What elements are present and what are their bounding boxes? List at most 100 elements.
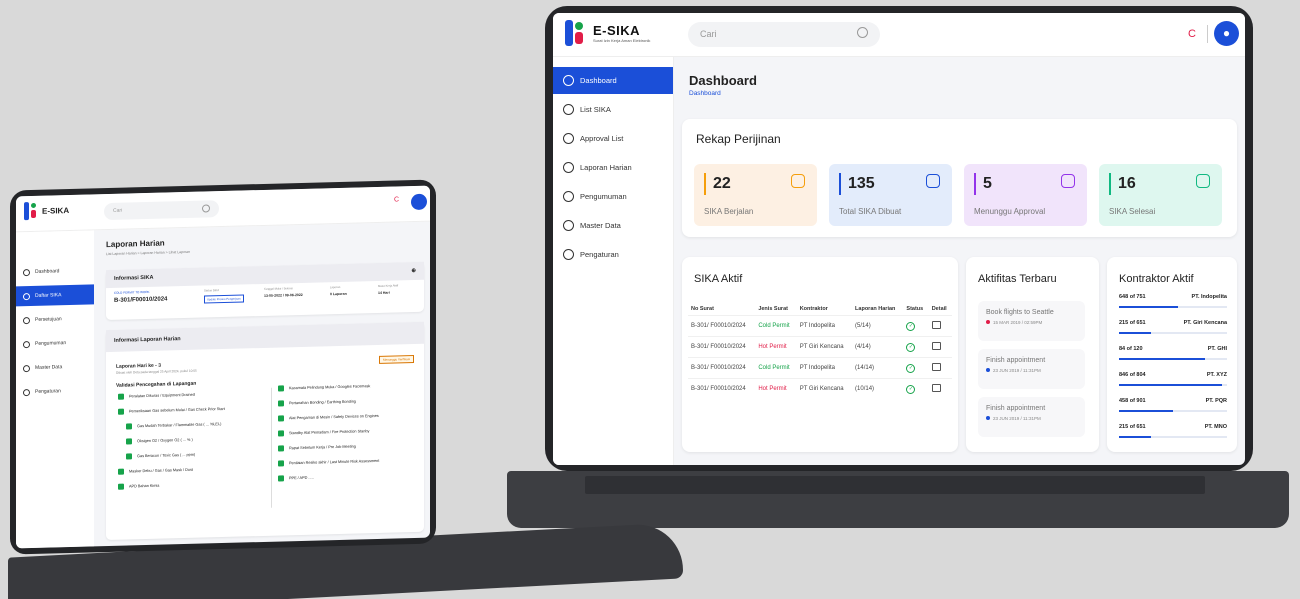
small-page-title: Laporan Harian — [106, 238, 165, 250]
small-sidebar-item-master-data[interactable]: Master Data — [16, 356, 94, 378]
small-search-input[interactable]: Cari — [104, 200, 219, 221]
checkbox-checked-icon[interactable] — [278, 475, 284, 482]
validasi-label: PPE / APD ..... — [289, 475, 314, 481]
breadcrumb[interactable]: Dashboard — [689, 90, 721, 97]
large-laptop-screen: E-SIKA Surat Izin Kerja Aman Elektronik … — [553, 13, 1245, 465]
folder-icon[interactable] — [931, 363, 941, 371]
checkbox-checked-icon[interactable] — [278, 430, 284, 437]
jenis-surat: Hot Permit — [755, 336, 797, 358]
activity-item[interactable]: Finish appointment 23 JUN 2019 / 11:31PM — [978, 397, 1085, 437]
small-sidebar-item-dashboard[interactable]: Dashboard — [16, 260, 94, 282]
sidebar-item-label: List SIKA — [580, 105, 611, 114]
checkbox-checked-icon[interactable] — [278, 445, 284, 452]
small-sidebar-item-persetujuan[interactable]: Persetujuan — [16, 308, 94, 330]
stat-card[interactable]: 135 Total SIKA Dibuat — [829, 164, 952, 226]
activity-date-row: 23 JUN 2019 / 11:31PM — [986, 416, 1077, 421]
small-notification-icon[interactable]: C — [394, 196, 399, 203]
checkbox-checked-icon[interactable] — [118, 393, 124, 400]
small-sidebar-item-pengumuman[interactable]: Pengumuman — [16, 332, 94, 354]
kontraktor-row: 215 of 651 PT. MNO — [1119, 424, 1227, 438]
kontraktor-row: 846 of 804 PT. XYZ — [1119, 372, 1227, 386]
stat-icon — [791, 174, 805, 188]
checkbox-checked-icon[interactable] — [118, 468, 124, 475]
table-row: B-301/ F00010/2024 Cold Permit PT Indopeli… — [688, 315, 952, 337]
kontraktor-count: 84 of 120 — [1119, 346, 1143, 352]
stat-card[interactable]: 5 Menunggu Approval — [964, 164, 1087, 226]
user-avatar[interactable]: ● — [1214, 21, 1239, 46]
stat-label: Menunggu Approval — [974, 207, 1046, 216]
jenis-surat: Cold Permit — [755, 315, 797, 337]
detail-cell — [928, 315, 952, 337]
sidebar-item-label: Approval List — [580, 134, 624, 143]
activity-item[interactable]: Book flights to Seattle 15 MAR 2019 / 02:… — [978, 301, 1085, 341]
progress-fill — [1119, 436, 1152, 438]
checkbox-checked-icon[interactable] — [126, 438, 132, 445]
info-col-value: 13-05-2022 / 09-06-2022 — [264, 292, 303, 298]
sidebar-item-label: Dashboard — [35, 268, 60, 275]
sidebar-item-icon — [563, 133, 574, 144]
search-input[interactable]: Cari — [688, 22, 880, 47]
stat-card[interactable]: 16 SIKA Selesai — [1099, 164, 1222, 226]
checkbox-checked-icon[interactable] — [118, 483, 124, 490]
jenis-surat: Cold Permit — [755, 357, 797, 379]
validasi-label: Penilaian Resiko akhir / Last Minute Ris… — [289, 458, 380, 466]
logo-title: E-SIKA — [593, 23, 641, 38]
kontraktor-label-row: 648 of 751 PT. Indopelita — [1119, 294, 1227, 300]
rekap-title: Rekap Perijinan — [696, 132, 781, 146]
sidebar-item-pengumuman[interactable]: Pengumuman — [553, 183, 673, 210]
checkbox-checked-icon[interactable] — [278, 415, 284, 422]
checkbox-checked-icon[interactable] — [278, 385, 284, 392]
kontraktor-count: 458 of 901 — [1119, 398, 1146, 404]
small-sidebar-item-pengaturan[interactable]: Pengaturan — [16, 380, 94, 402]
validasi-item: Gas Beracun / Toxic Gas ( ... ppm) — [118, 450, 266, 460]
validasi-label: Standby Alat Pemadam / Fire Protection S… — [289, 429, 370, 436]
small-breadcrumb[interactable]: List Laporan Harian > Laporan Harian > L… — [106, 250, 190, 256]
jenis-surat: Hot Permit — [755, 378, 797, 399]
notification-icon[interactable]: C — [1181, 23, 1203, 45]
sidebar-item-laporan-harian[interactable]: Laporan Harian — [553, 154, 673, 181]
laporan-harian: (4/14) — [852, 336, 904, 358]
validasi-label: Alat Pengaman di Mesin / Safety Devices … — [289, 413, 379, 421]
validasi-title: Validasi Pencegahan di Lapangan — [116, 380, 197, 389]
collapse-icon[interactable]: ⊕ — [411, 268, 416, 274]
checkbox-checked-icon[interactable] — [278, 400, 284, 407]
sidebar-item-approval-list[interactable]: Approval List — [553, 125, 673, 152]
checkbox-checked-icon[interactable] — [126, 453, 132, 460]
checkbox-checked-icon[interactable] — [118, 408, 124, 415]
app-logo[interactable]: E-SIKA Surat Izin Kerja Aman Elektronik — [565, 20, 650, 46]
activity-text: Finish appointment — [986, 405, 1046, 412]
folder-icon[interactable] — [931, 342, 941, 350]
validasi-item: Pemeriksaan Gas sebelum Mulai / Gas Chec… — [118, 405, 266, 415]
kontraktor-count: 648 of 751 — [1119, 294, 1146, 300]
aktifitas-title: Aktifitas Terbaru — [978, 273, 1057, 285]
table-row: B-301/ F00010/2024 Cold Permit PT Indopeli… — [688, 357, 952, 379]
activity-date: 15 MAR 2019 / 02:59PM — [993, 320, 1043, 325]
sidebar-item-label: Pengaturan — [580, 250, 619, 259]
folder-icon[interactable] — [931, 384, 941, 392]
small-sidebar-item-daftar-sika[interactable]: Daftar SIKA — [16, 284, 94, 307]
sidebar-item-icon — [563, 249, 574, 260]
checkbox-checked-icon[interactable] — [126, 423, 132, 430]
small-user-avatar[interactable] — [411, 193, 427, 211]
activity-text: Book flights to Seattle — [986, 309, 1054, 316]
checkbox-checked-icon[interactable] — [278, 460, 284, 467]
activity-text: Finish appointment — [986, 357, 1046, 364]
validasi-label: Pertanahan Bonding / Earthing Bonding — [289, 399, 356, 406]
stat-icon — [1061, 174, 1075, 188]
sidebar-item-list-sika[interactable]: List SIKA — [553, 96, 673, 123]
stat-card[interactable]: 22 SIKA Berjalan — [694, 164, 817, 226]
kontraktor-row: 215 of 651 PT. Giri Kencana — [1119, 320, 1227, 334]
sidebar-item-pengaturan[interactable]: Pengaturan — [553, 241, 673, 268]
kontraktor-name: PT. GHI — [1207, 346, 1227, 352]
validasi-item: PPE / APD ..... — [278, 472, 418, 482]
activity-item[interactable]: Finish appointment 23 JUN 2019 / 11:31PM — [978, 349, 1085, 389]
folder-icon[interactable] — [931, 321, 941, 329]
table-header: Status — [906, 306, 924, 312]
sidebar-item-master-data[interactable]: Master Data — [553, 212, 673, 239]
activity-date: 23 JUN 2019 / 11:31PM — [993, 416, 1041, 421]
table-header: Detail — [931, 306, 947, 312]
status-cell: ✓ — [903, 378, 929, 399]
validasi-left-list: Peralatan Dikuras / Equipment Drained Pem… — [118, 390, 266, 499]
small-app-logo[interactable]: E-SIKA — [24, 201, 69, 221]
sidebar-item-dashboard[interactable]: Dashboard — [553, 67, 673, 94]
